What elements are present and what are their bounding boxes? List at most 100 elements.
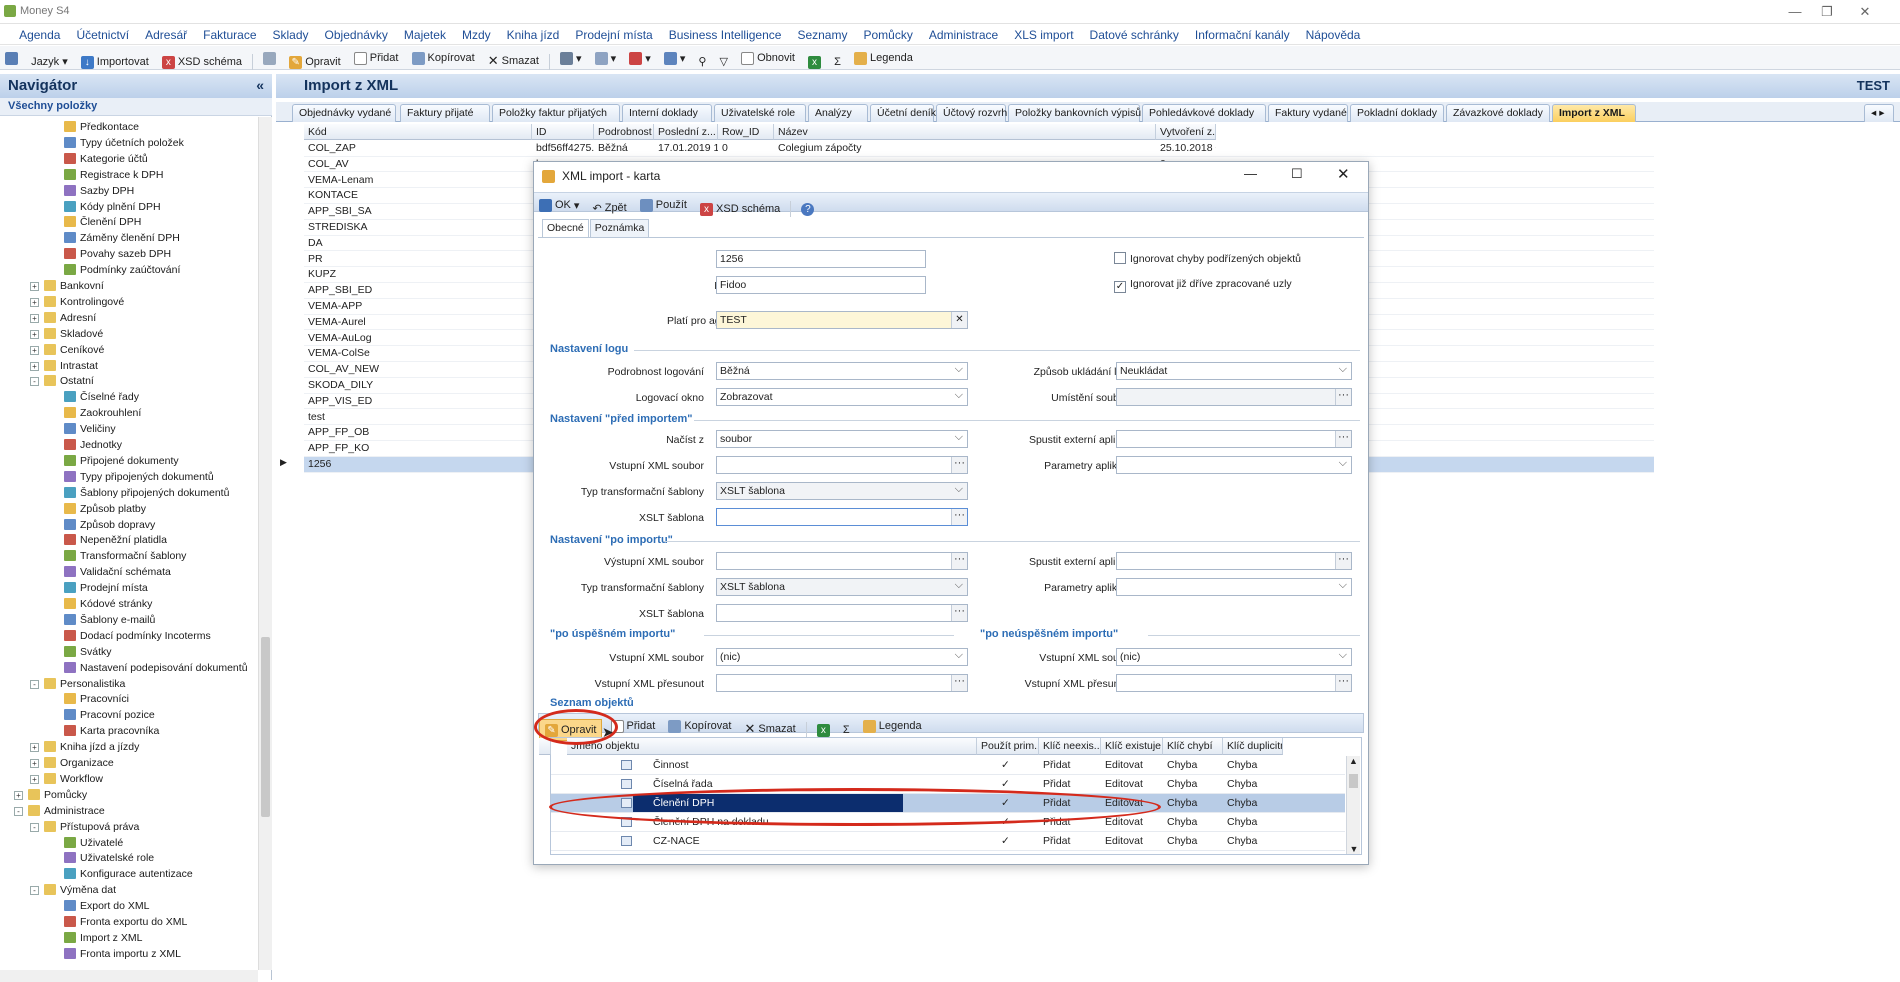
nav-item[interactable]: Transformační šablony: [64, 549, 186, 564]
menu-administrace[interactable]: Administrace: [921, 25, 1006, 45]
tab-poznamka[interactable]: Poznámka: [589, 219, 650, 237]
expand-icon[interactable]: +: [30, 297, 39, 307]
object-copy-button[interactable]: Kopírovat: [663, 715, 736, 737]
object-column-header[interactable]: Klíč neexis...: [1039, 738, 1101, 755]
nav-item[interactable]: + Ceníkové: [30, 343, 104, 358]
tab-item[interactable]: Interní doklady: [622, 104, 712, 122]
tab-scroll-arrows-icon[interactable]: ◂ ▸: [1864, 104, 1894, 122]
ignore-child-errors-checkbox[interactable]: Ignorovat chyby podřízených objektů: [1114, 252, 1301, 265]
nav-item[interactable]: Fronta importu z XML: [64, 947, 181, 962]
nav-item[interactable]: + Workflow: [30, 772, 103, 787]
nav-item[interactable]: - Výměna dat: [30, 883, 116, 898]
browse-icon[interactable]: ···: [1335, 431, 1351, 447]
grid-button[interactable]: [258, 47, 281, 69]
tab-item[interactable]: Závazkové doklady: [1446, 104, 1550, 122]
object-column-header[interactable]: Klíč chybí: [1163, 738, 1223, 755]
refresh-button[interactable]: Obnovit: [736, 47, 800, 69]
tab-obecne[interactable]: Obecné: [542, 219, 589, 237]
help-button[interactable]: ?: [796, 198, 819, 220]
nav-item[interactable]: Typy připojených dokumentů: [64, 470, 214, 485]
expand-icon[interactable]: +: [30, 759, 39, 768]
menu-ucetnictvi[interactable]: Účetnictví: [68, 25, 137, 45]
nav-item[interactable]: - Personalistika: [30, 677, 125, 692]
collapse-icon[interactable]: -: [30, 822, 39, 832]
typ-select[interactable]: XSLT šablona: [716, 482, 968, 500]
nav-item[interactable]: Kódy plnění DPH: [64, 200, 161, 215]
menu-napoveda[interactable]: Nápověda: [1298, 25, 1369, 45]
expand-icon[interactable]: +: [30, 282, 39, 291]
apply-button[interactable]: Použít: [635, 194, 692, 216]
menu-sklady[interactable]: Sklady: [265, 25, 317, 45]
menu-informacni-kanaly[interactable]: Informační kanály: [1187, 25, 1298, 45]
nav-item[interactable]: Konfigurace autentizace: [64, 867, 193, 882]
xslt-po-input[interactable]: ···: [716, 604, 968, 622]
expand-icon[interactable]: +: [30, 329, 39, 339]
expand-icon[interactable]: +: [30, 313, 39, 323]
kod-input[interactable]: 1256: [716, 250, 926, 268]
collapse-icon[interactable]: -: [14, 806, 23, 816]
browse-icon[interactable]: ···: [951, 675, 967, 691]
browse-icon[interactable]: ···: [951, 553, 967, 569]
nav-item[interactable]: + Intrastat: [30, 359, 98, 374]
back-button[interactable]: ↶ Zpět: [588, 197, 632, 219]
nav-item[interactable]: + Kniha jízd a jízdy: [30, 740, 139, 755]
layout-button[interactable]: [0, 47, 23, 69]
object-use-checkbox[interactable]: ✓: [977, 832, 1039, 850]
browse-icon[interactable]: ···: [951, 509, 967, 525]
nav-item[interactable]: Číselné řady: [64, 390, 139, 405]
tab-item[interactable]: Položky bankovních výpisů: [1008, 104, 1141, 122]
spustit-input[interactable]: ···: [1116, 430, 1352, 448]
delete-button[interactable]: ✕ Smazat: [483, 50, 544, 72]
tab-item[interactable]: Účtový rozvrh: [936, 104, 1007, 122]
tab-item[interactable]: Položky faktur přijatých: [492, 104, 620, 122]
menu-datove-schranky[interactable]: Datové schránky: [1082, 25, 1187, 45]
nav-item[interactable]: Export do XML: [64, 899, 149, 914]
nav-item[interactable]: - Ostatní: [30, 374, 94, 389]
menu-xls-import[interactable]: XLS import: [1006, 25, 1081, 45]
object-row[interactable]: Činnost ✓ Přidat Editovat Chyba Chyba: [551, 756, 1345, 775]
dialog-minimize-icon[interactable]: —: [1244, 166, 1257, 181]
import-button[interactable]: ↓ Importovat: [76, 51, 154, 73]
menu-agenda[interactable]: Agenda: [11, 25, 68, 45]
grid-column-header[interactable]: Poslední z...: [654, 124, 718, 140]
presun-neusp-input[interactable]: ···: [1116, 674, 1352, 692]
nav-item[interactable]: Karta pracovníka: [64, 724, 159, 739]
nav-item[interactable]: Sazby DPH: [64, 184, 134, 199]
object-row[interactable]: CZ-NACE ✓ Přidat Editovat Chyba Chyba: [551, 832, 1345, 851]
xslt-input[interactable]: ···: [716, 508, 968, 526]
tab-item[interactable]: Import z XML: [1552, 104, 1636, 122]
tab-item[interactable]: Objednávky vydané: [292, 104, 396, 122]
nav-item[interactable]: Šablony připojených dokumentů: [64, 486, 229, 501]
edit-button[interactable]: ✎ Opravit: [284, 51, 345, 73]
nav-item[interactable]: Uživatelské role: [64, 851, 154, 866]
vystup-input[interactable]: ···: [716, 552, 968, 570]
nav-item[interactable]: Předkontace: [64, 120, 139, 135]
menu-prodejni-mista[interactable]: Prodejní místa: [567, 25, 660, 45]
tab-item[interactable]: Pohledávkové doklady: [1142, 104, 1266, 122]
print-button[interactable]: ▾: [555, 47, 587, 69]
nav-item[interactable]: Veličiny: [64, 422, 116, 437]
spustit-po-input[interactable]: ···: [1116, 552, 1352, 570]
expand-icon[interactable]: +: [14, 790, 23, 800]
expand-icon[interactable]: +: [30, 774, 39, 784]
podrobnost-select[interactable]: Běžná: [716, 362, 968, 380]
vstup-usp-select[interactable]: (nic): [716, 648, 968, 666]
filter-button[interactable]: ▽: [715, 50, 733, 72]
browse-icon[interactable]: ···: [951, 605, 967, 621]
nacist-select[interactable]: soubor: [716, 430, 968, 448]
xsd-schema-button[interactable]: x XSD schéma: [157, 51, 247, 73]
nav-item[interactable]: Nastavení podepisování dokumentů: [64, 661, 248, 676]
menu-seznamy[interactable]: Seznamy: [789, 25, 855, 45]
ok-button[interactable]: OK ▾: [534, 194, 584, 216]
nav-item[interactable]: Kategorie účtů: [64, 152, 148, 167]
navigator-hscrollbar[interactable]: [0, 970, 258, 982]
settings-button[interactable]: ▾: [659, 47, 691, 69]
nav-item[interactable]: + Adresní: [30, 311, 96, 326]
legend-button[interactable]: Legenda: [849, 47, 918, 69]
report-button[interactable]: ▾: [590, 47, 622, 69]
nav-item[interactable]: Zaokrouhlení: [64, 406, 141, 421]
collapse-icon[interactable]: -: [30, 377, 39, 387]
dialog-xsd-button[interactable]: x XSD schéma: [695, 198, 785, 220]
tab-item[interactable]: Pokladní doklady: [1350, 104, 1444, 122]
expand-icon[interactable]: +: [30, 345, 39, 355]
